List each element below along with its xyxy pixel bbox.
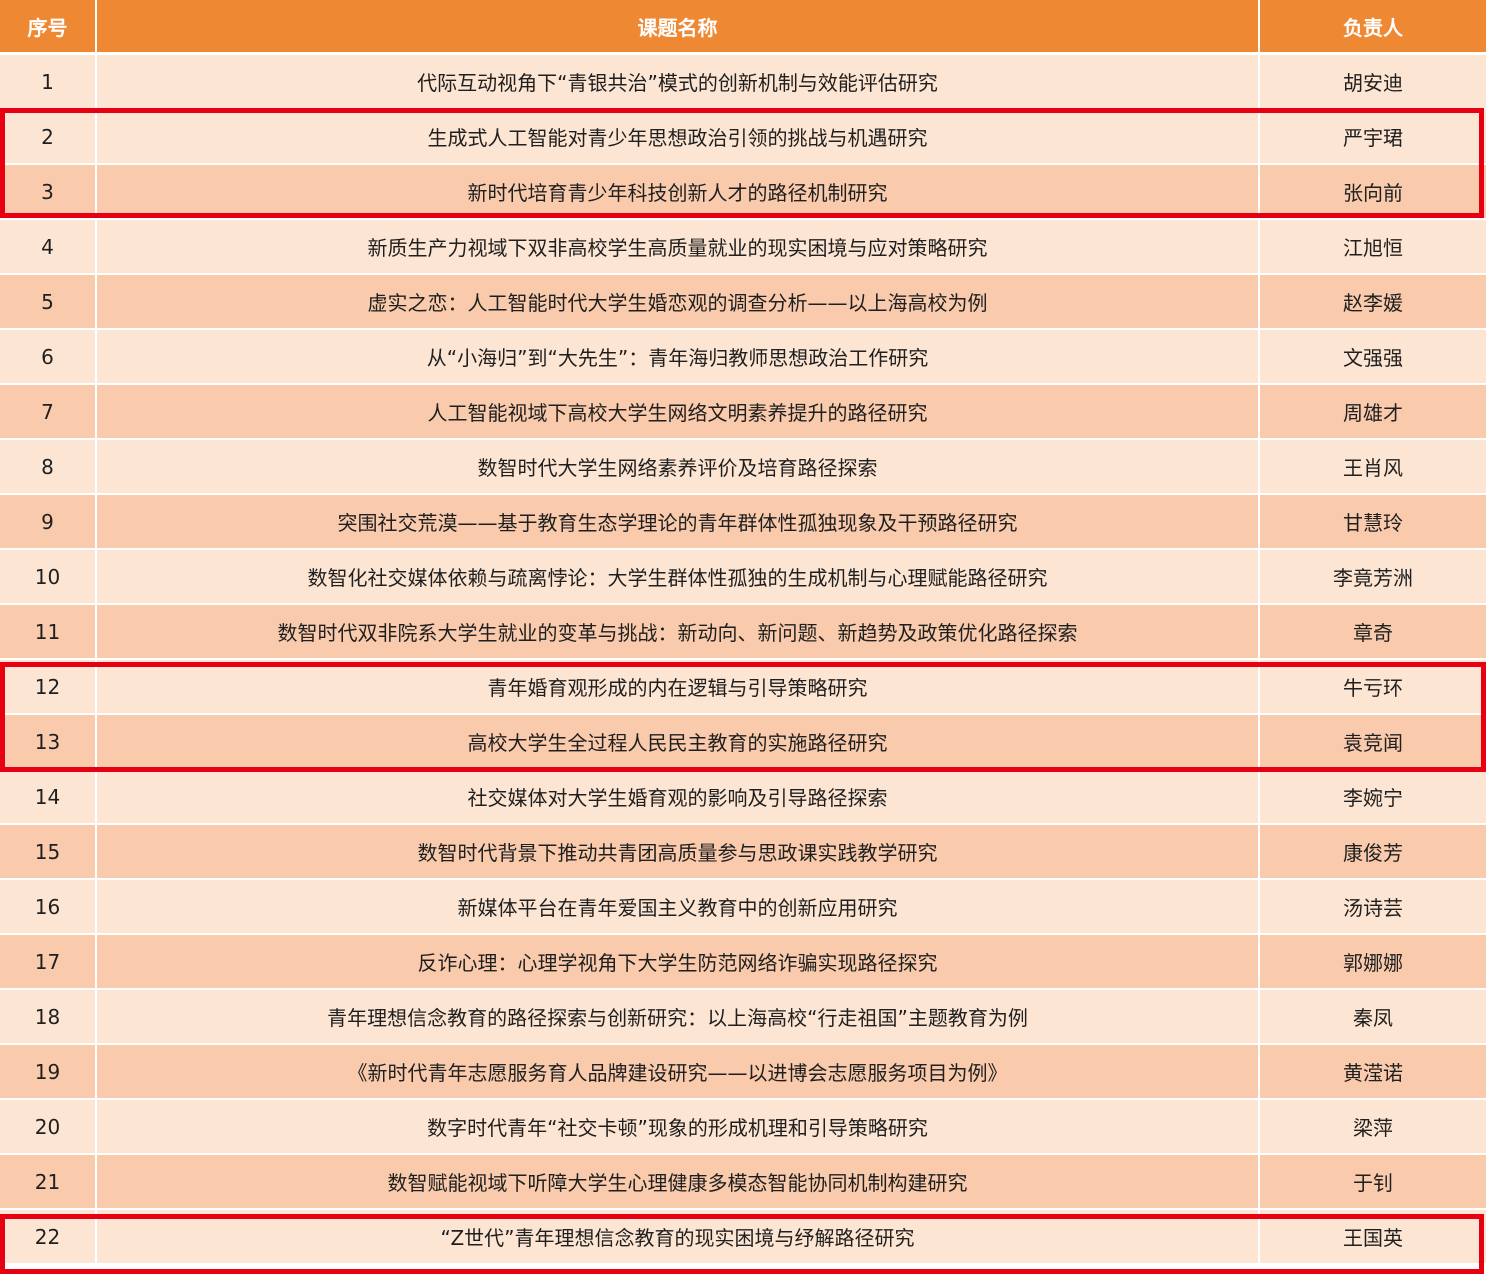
row-index: 22	[0, 1209, 97, 1265]
row-index: 7	[0, 384, 97, 440]
row-owner: 袁竞闻	[1259, 714, 1486, 770]
row-index: 2	[0, 109, 97, 165]
row-index: 8	[0, 439, 97, 495]
row-index: 16	[0, 879, 97, 935]
row-title: 数智化社交媒体依赖与疏离悖论：大学生群体性孤独的生成机制与心理赋能路径研究	[96, 549, 1260, 605]
header-index: 序号	[0, 0, 97, 55]
project-table-container: 序号 课题名称 负责人 1 代际互动视角下“青银共治”模式的创新机制与效能评估研…	[0, 0, 1486, 1265]
row-owner: 严宇珺	[1259, 109, 1486, 165]
table-row: 16 新媒体平台在青年爱国主义教育中的创新应用研究 汤诗芸	[0, 879, 1486, 935]
table-row: 17 反诈心理：心理学视角下大学生防范网络诈骗实现路径探究 郭娜娜	[0, 934, 1486, 990]
header-title: 课题名称	[96, 0, 1260, 55]
row-index: 20	[0, 1099, 97, 1155]
row-owner: 甘慧玲	[1259, 494, 1486, 550]
table-row: 22 “Z世代”青年理想信念教育的现实困境与纾解路径研究 王国英	[0, 1209, 1486, 1265]
row-owner: 章奇	[1259, 604, 1486, 660]
row-title: 高校大学生全过程人民民主教育的实施路径研究	[96, 714, 1260, 770]
row-title: 从“小海归”到“大先生”：青年海归教师思想政治工作研究	[96, 329, 1260, 385]
row-owner: 秦凤	[1259, 989, 1486, 1045]
row-title: 人工智能视域下高校大学生网络文明素养提升的路径研究	[96, 384, 1260, 440]
row-index: 6	[0, 329, 97, 385]
row-owner: 李竟芳洲	[1259, 549, 1486, 605]
row-title: 青年婚育观形成的内在逻辑与引导策略研究	[96, 659, 1260, 715]
row-owner: 李婉宁	[1259, 769, 1486, 825]
row-index: 17	[0, 934, 97, 990]
table-row: 10 数智化社交媒体依赖与疏离悖论：大学生群体性孤独的生成机制与心理赋能路径研究…	[0, 549, 1486, 605]
row-owner: 文强强	[1259, 329, 1486, 385]
row-owner: 周雄才	[1259, 384, 1486, 440]
row-owner: 郭娜娜	[1259, 934, 1486, 990]
row-owner: 汤诗芸	[1259, 879, 1486, 935]
row-index: 12	[0, 659, 97, 715]
row-title: 青年理想信念教育的路径探索与创新研究：以上海高校“行走祖国”主题教育为例	[96, 989, 1260, 1045]
table-row: 19 《新时代青年志愿服务育人品牌建设研究——以进博会志愿服务项目为例》 黄滢诺	[0, 1044, 1486, 1100]
row-title: 虚实之恋：人工智能时代大学生婚恋观的调查分析——以上海高校为例	[96, 274, 1260, 330]
row-title: 数字时代青年“社交卡顿”现象的形成机理和引导策略研究	[96, 1099, 1260, 1155]
row-index: 18	[0, 989, 97, 1045]
row-index: 5	[0, 274, 97, 330]
table-header-row: 序号 课题名称 负责人	[0, 0, 1486, 55]
row-index: 3	[0, 164, 97, 220]
row-index: 10	[0, 549, 97, 605]
row-owner: 梁萍	[1259, 1099, 1486, 1155]
row-title: 突围社交荒漠——基于教育生态学理论的青年群体性孤独现象及干预路径研究	[96, 494, 1260, 550]
row-index: 19	[0, 1044, 97, 1100]
row-index: 14	[0, 769, 97, 825]
row-owner: 黄滢诺	[1259, 1044, 1486, 1100]
table-row: 18 青年理想信念教育的路径探索与创新研究：以上海高校“行走祖国”主题教育为例 …	[0, 989, 1486, 1045]
table-row: 1 代际互动视角下“青银共治”模式的创新机制与效能评估研究 胡安迪	[0, 53, 1486, 110]
table-row: 11 数智时代双非院系大学生就业的变革与挑战：新动向、新问题、新趋势及政策优化路…	[0, 604, 1486, 660]
table-row: 15 数智时代背景下推动共青团高质量参与思政课实践教学研究 康俊芳	[0, 824, 1486, 880]
table-row: 13 高校大学生全过程人民民主教育的实施路径研究 袁竞闻	[0, 714, 1486, 770]
header-owner: 负责人	[1259, 0, 1486, 55]
table-row: 14 社交媒体对大学生婚育观的影响及引导路径探索 李婉宁	[0, 769, 1486, 825]
row-owner: 赵李媛	[1259, 274, 1486, 330]
row-title: 生成式人工智能对青少年思想政治引领的挑战与机遇研究	[96, 109, 1260, 165]
table-row: 12 青年婚育观形成的内在逻辑与引导策略研究 牛亏环	[0, 659, 1486, 715]
row-title: 《新时代青年志愿服务育人品牌建设研究——以进博会志愿服务项目为例》	[96, 1044, 1260, 1100]
project-table: 序号 课题名称 负责人 1 代际互动视角下“青银共治”模式的创新机制与效能评估研…	[0, 0, 1486, 1265]
row-owner: 康俊芳	[1259, 824, 1486, 880]
row-owner: 胡安迪	[1259, 53, 1486, 110]
row-title: 新质生产力视域下双非高校学生高质量就业的现实困境与应对策略研究	[96, 219, 1260, 275]
table-row: 7 人工智能视域下高校大学生网络文明素养提升的路径研究 周雄才	[0, 384, 1486, 440]
table-row: 9 突围社交荒漠——基于教育生态学理论的青年群体性孤独现象及干预路径研究 甘慧玲	[0, 494, 1486, 550]
row-owner: 江旭恒	[1259, 219, 1486, 275]
row-title: 数智时代大学生网络素养评价及培育路径探索	[96, 439, 1260, 495]
row-title: 数智时代背景下推动共青团高质量参与思政课实践教学研究	[96, 824, 1260, 880]
row-title: 新时代培育青少年科技创新人才的路径机制研究	[96, 164, 1260, 220]
row-owner: 王肖风	[1259, 439, 1486, 495]
table-row: 8 数智时代大学生网络素养评价及培育路径探索 王肖风	[0, 439, 1486, 495]
row-title: 反诈心理：心理学视角下大学生防范网络诈骗实现路径探究	[96, 934, 1260, 990]
row-index: 13	[0, 714, 97, 770]
row-title: 数智时代双非院系大学生就业的变革与挑战：新动向、新问题、新趋势及政策优化路径探索	[96, 604, 1260, 660]
table-row: 4 新质生产力视域下双非高校学生高质量就业的现实困境与应对策略研究 江旭恒	[0, 219, 1486, 275]
row-title: 社交媒体对大学生婚育观的影响及引导路径探索	[96, 769, 1260, 825]
row-title: 新媒体平台在青年爱国主义教育中的创新应用研究	[96, 879, 1260, 935]
table-row: 6 从“小海归”到“大先生”：青年海归教师思想政治工作研究 文强强	[0, 329, 1486, 385]
row-title: “Z世代”青年理想信念教育的现实困境与纾解路径研究	[96, 1209, 1260, 1265]
row-owner: 张向前	[1259, 164, 1486, 220]
row-index: 15	[0, 824, 97, 880]
table-row: 2 生成式人工智能对青少年思想政治引领的挑战与机遇研究 严宇珺	[0, 109, 1486, 165]
row-index: 9	[0, 494, 97, 550]
row-index: 21	[0, 1154, 97, 1210]
row-index: 1	[0, 53, 97, 110]
row-title: 数智赋能视域下听障大学生心理健康多模态智能协同机制构建研究	[96, 1154, 1260, 1210]
row-index: 4	[0, 219, 97, 275]
table-row: 20 数字时代青年“社交卡顿”现象的形成机理和引导策略研究 梁萍	[0, 1099, 1486, 1155]
row-owner: 于钊	[1259, 1154, 1486, 1210]
table-row: 5 虚实之恋：人工智能时代大学生婚恋观的调查分析——以上海高校为例 赵李媛	[0, 274, 1486, 330]
row-owner: 牛亏环	[1259, 659, 1486, 715]
table-row: 3 新时代培育青少年科技创新人才的路径机制研究 张向前	[0, 164, 1486, 220]
row-title: 代际互动视角下“青银共治”模式的创新机制与效能评估研究	[96, 53, 1260, 110]
table-row: 21 数智赋能视域下听障大学生心理健康多模态智能协同机制构建研究 于钊	[0, 1154, 1486, 1210]
row-index: 11	[0, 604, 97, 660]
row-owner: 王国英	[1259, 1209, 1486, 1265]
